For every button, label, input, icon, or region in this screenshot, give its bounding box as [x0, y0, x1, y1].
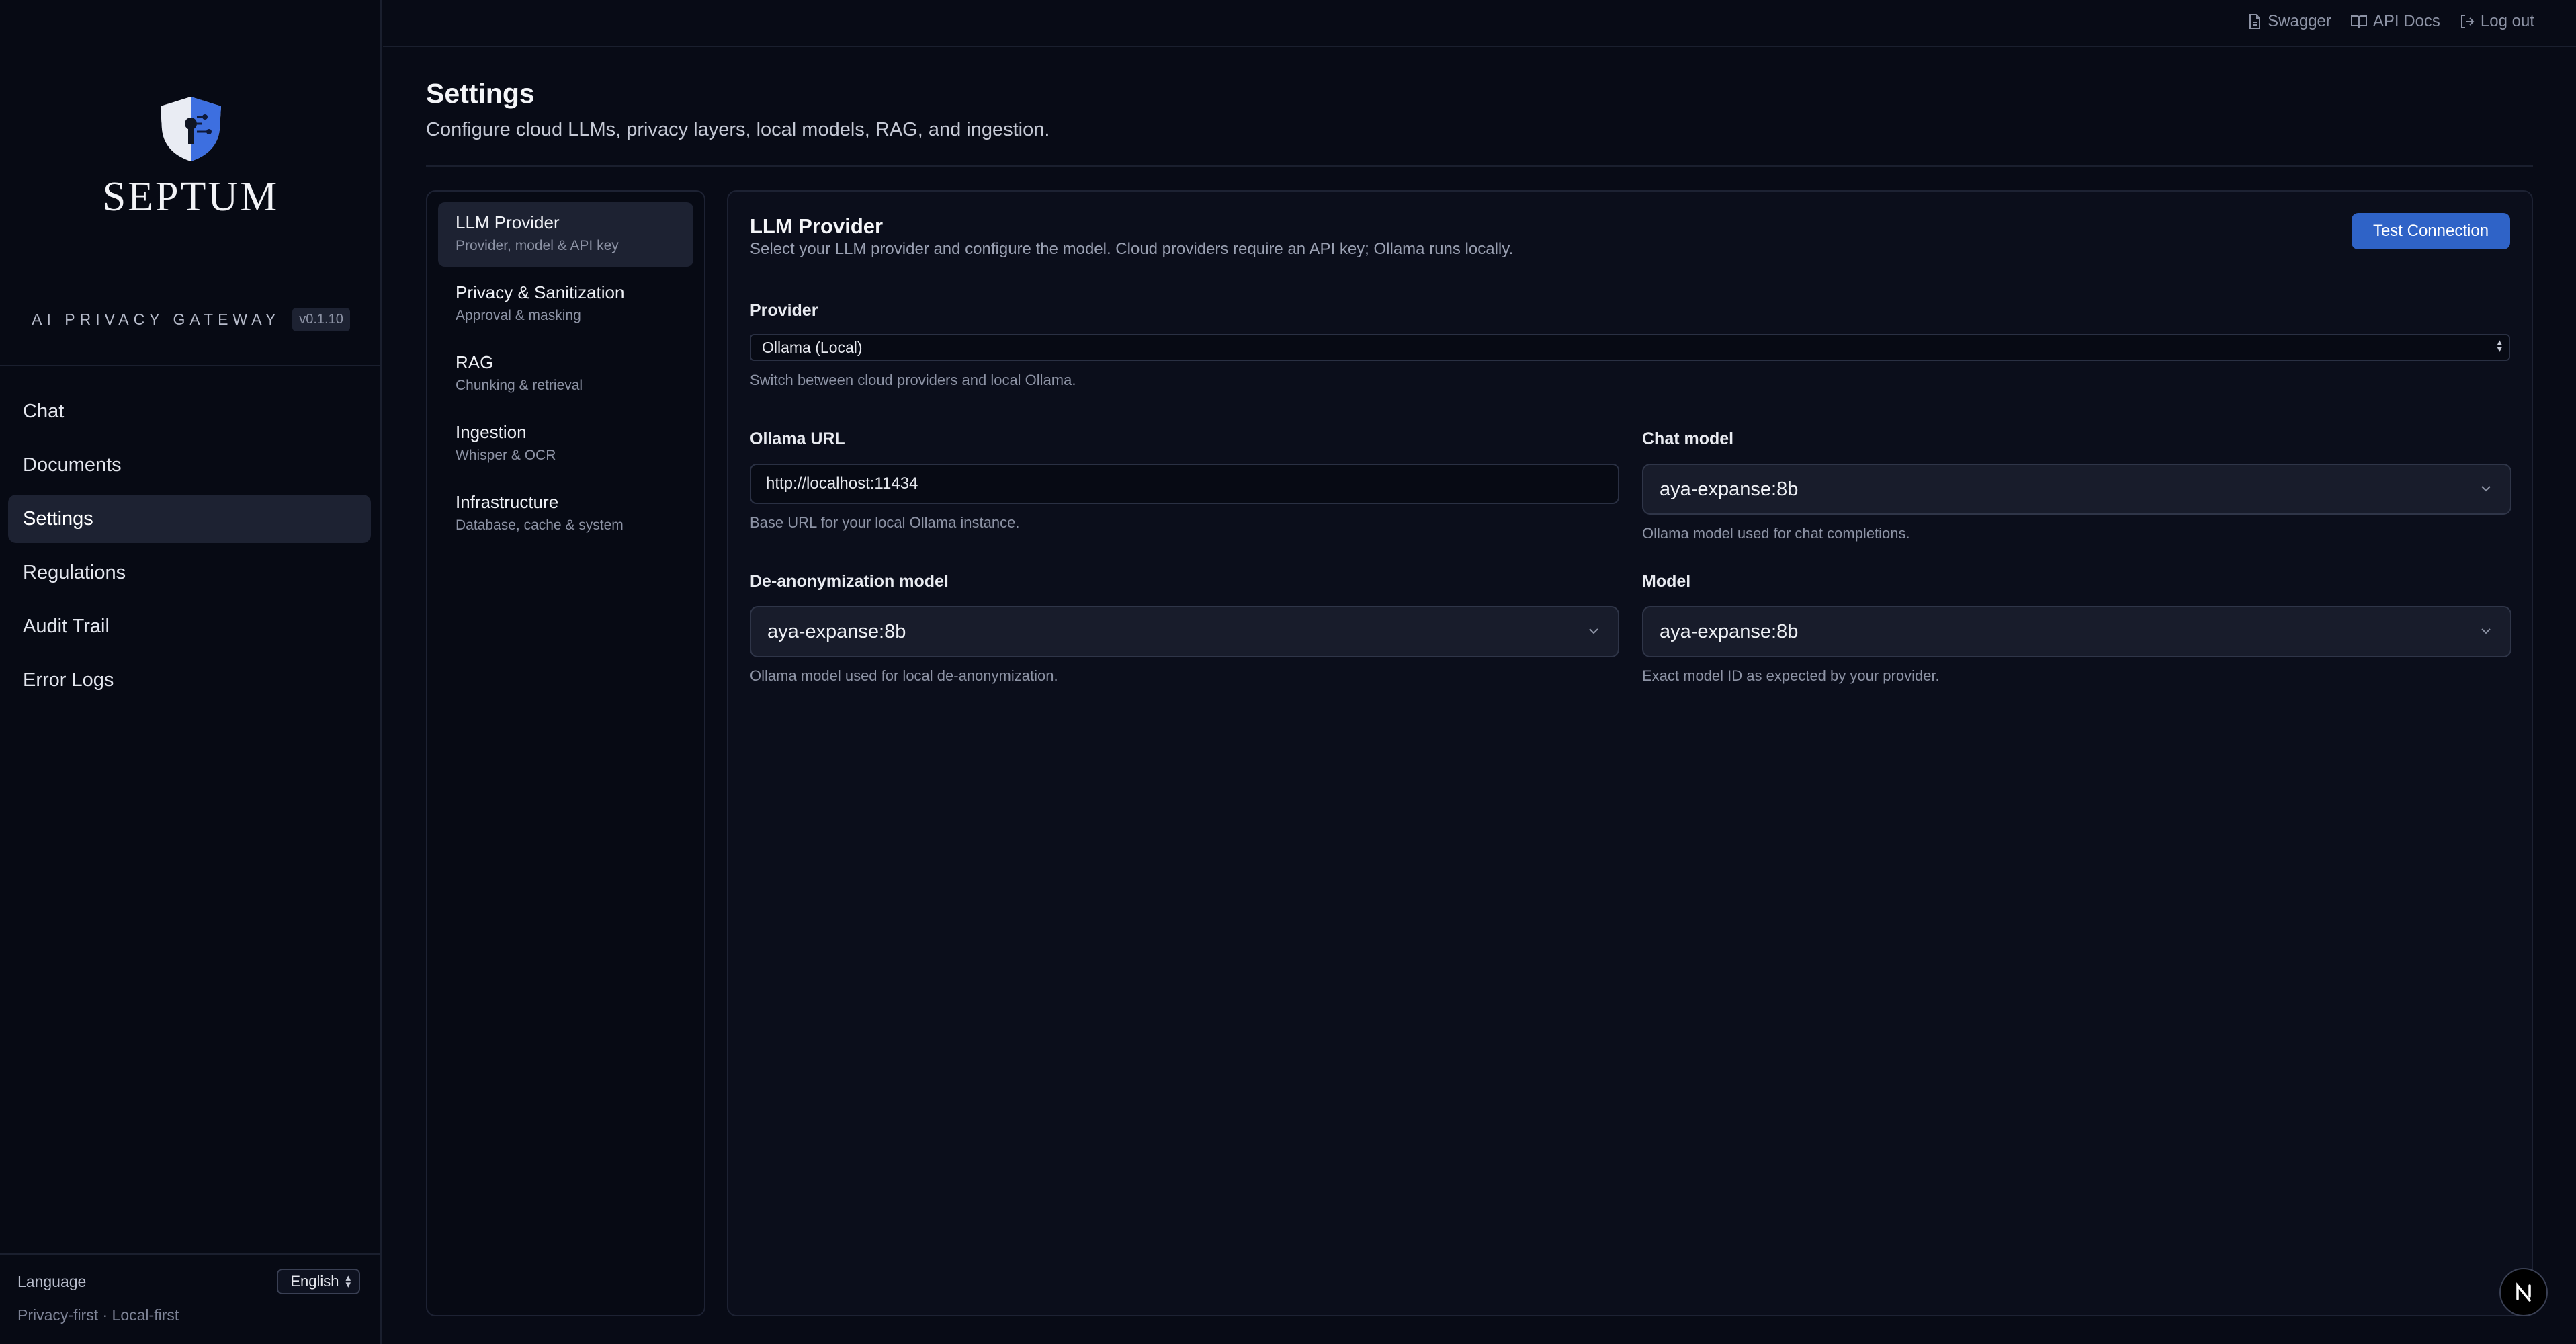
- tab-title: Infrastructure: [456, 492, 559, 512]
- version-badge: v0.1.10: [292, 308, 350, 331]
- nav-item-regulations[interactable]: Regulations: [8, 548, 371, 597]
- chevron-down-icon: [2481, 486, 2491, 492]
- api-docs-label: API Docs: [2372, 12, 2440, 30]
- provider-select[interactable]: Ollama (Local) ▴ ▾: [750, 334, 2510, 361]
- tab-subtitle: Whisper & OCR: [456, 448, 556, 463]
- language-row: Language English ▴ ▾: [17, 1269, 360, 1294]
- sidebar-footer-text: Privacy-first · Local-first: [17, 1306, 179, 1324]
- chat-model-value: aya-expanse:8b: [1660, 478, 1799, 500]
- provider-label: Provider: [750, 301, 818, 320]
- deanon-model-label: De-anonymization model: [750, 572, 949, 591]
- model-label: Model: [1642, 572, 1691, 591]
- tab-rag[interactable]: RAG Chunking & retrieval: [438, 342, 693, 407]
- top-bar: Swagger API Docs Log out: [383, 0, 2576, 47]
- ollama-url-label: Ollama URL: [750, 429, 845, 448]
- top-links: Swagger API Docs Log out: [2247, 12, 2534, 31]
- book-icon: [2350, 15, 2367, 28]
- tab-privacy-sanitization[interactable]: Privacy & Sanitization Approval & maskin…: [438, 272, 693, 337]
- nav-item-chat[interactable]: Chat: [8, 387, 371, 435]
- deanon-model-value: aya-expanse:8b: [767, 620, 906, 642]
- tab-subtitle: Approval & masking: [456, 308, 581, 323]
- chat-model-label: Chat model: [1642, 429, 1734, 448]
- chat-model-select[interactable]: aya-expanse:8b: [1642, 464, 2511, 515]
- deanon-model-hint: Ollama model used for local de-anonymiza…: [750, 667, 1058, 684]
- language-value: English: [290, 1273, 339, 1290]
- chevron-down-icon: [1589, 628, 1598, 634]
- swagger-link[interactable]: Swagger: [2247, 12, 2331, 31]
- app-root: SEPTUM AI PRIVACY GATEWAY v0.1.10 Chat D…: [0, 0, 2576, 1344]
- nav-item-audit-trail[interactable]: Audit Trail: [8, 602, 371, 650]
- tab-title: LLM Provider: [456, 212, 560, 233]
- tab-subtitle: Database, cache & system: [456, 517, 624, 533]
- dev-tools-badge[interactable]: [2499, 1268, 2548, 1316]
- nav-item-settings[interactable]: Settings: [8, 495, 371, 543]
- tab-ingestion[interactable]: Ingestion Whisper & OCR: [438, 412, 693, 476]
- language-label: Language: [17, 1272, 87, 1290]
- swagger-label: Swagger: [2268, 12, 2331, 30]
- tab-subtitle: Chunking & retrieval: [456, 378, 583, 393]
- logout-link[interactable]: Log out: [2459, 12, 2534, 31]
- main-nav: Chat Documents Settings Regulations Audi…: [8, 387, 371, 710]
- updown-chevron-icon: ▴ ▾: [2497, 337, 2502, 355]
- logout-icon: [2460, 15, 2475, 28]
- page-subtitle: Configure cloud LLMs, privacy layers, lo…: [426, 119, 1050, 140]
- settings-tabs: LLM Provider Provider, model & API key P…: [426, 190, 705, 1316]
- panel-subtitle: Select your LLM provider and configure t…: [750, 240, 1514, 258]
- tab-title: RAG: [456, 352, 494, 372]
- brand-tagline: AI PRIVACY GATEWAY: [32, 310, 281, 328]
- tab-infrastructure[interactable]: Infrastructure Database, cache & system: [438, 482, 693, 546]
- tagline-row: AI PRIVACY GATEWAY v0.1.10: [0, 308, 382, 331]
- updown-chevron-icon: ▴ ▾: [345, 1272, 351, 1290]
- header-divider: [426, 165, 2533, 167]
- tab-title: Privacy & Sanitization: [456, 282, 625, 302]
- chevron-down-icon: [2481, 628, 2491, 634]
- model-select[interactable]: aya-expanse:8b: [1642, 606, 2511, 657]
- sidebar-footer-divider: [0, 1253, 380, 1255]
- model-hint: Exact model ID as expected by your provi…: [1642, 667, 1940, 684]
- model-value: aya-expanse:8b: [1660, 620, 1799, 642]
- logout-label: Log out: [2480, 12, 2534, 30]
- deanon-model-select[interactable]: aya-expanse:8b: [750, 606, 1619, 657]
- file-icon: [2249, 14, 2261, 29]
- ollama-url-input[interactable]: [750, 464, 1619, 504]
- language-select[interactable]: English ▴ ▾: [277, 1269, 360, 1294]
- test-connection-button[interactable]: Test Connection: [2352, 213, 2510, 249]
- chat-model-hint: Ollama model used for chat completions.: [1642, 525, 1910, 542]
- provider-value: Ollama (Local): [762, 338, 863, 356]
- sidebar-divider: [0, 365, 380, 366]
- brand-name: SEPTUM: [102, 174, 280, 220]
- ollama-url-hint: Base URL for your local Ollama instance.: [750, 514, 1020, 531]
- sidebar: SEPTUM AI PRIVACY GATEWAY v0.1.10 Chat D…: [0, 0, 382, 1344]
- page-title: Settings: [426, 78, 535, 109]
- brand-logo[interactable]: SEPTUM: [0, 94, 382, 221]
- tab-subtitle: Provider, model & API key: [456, 238, 619, 253]
- tab-llm-provider[interactable]: LLM Provider Provider, model & API key: [438, 202, 693, 267]
- api-docs-link[interactable]: API Docs: [2350, 12, 2440, 31]
- llm-provider-panel: LLM Provider Select your LLM provider an…: [727, 190, 2533, 1316]
- shield-logo-icon: [161, 97, 221, 161]
- panel-title: LLM Provider: [750, 214, 884, 238]
- n-logo-icon: [2516, 1282, 2531, 1302]
- nav-item-error-logs[interactable]: Error Logs: [8, 656, 371, 704]
- tab-title: Ingestion: [456, 422, 527, 442]
- nav-item-documents[interactable]: Documents: [8, 441, 371, 489]
- provider-hint: Switch between cloud providers and local…: [750, 372, 1076, 388]
